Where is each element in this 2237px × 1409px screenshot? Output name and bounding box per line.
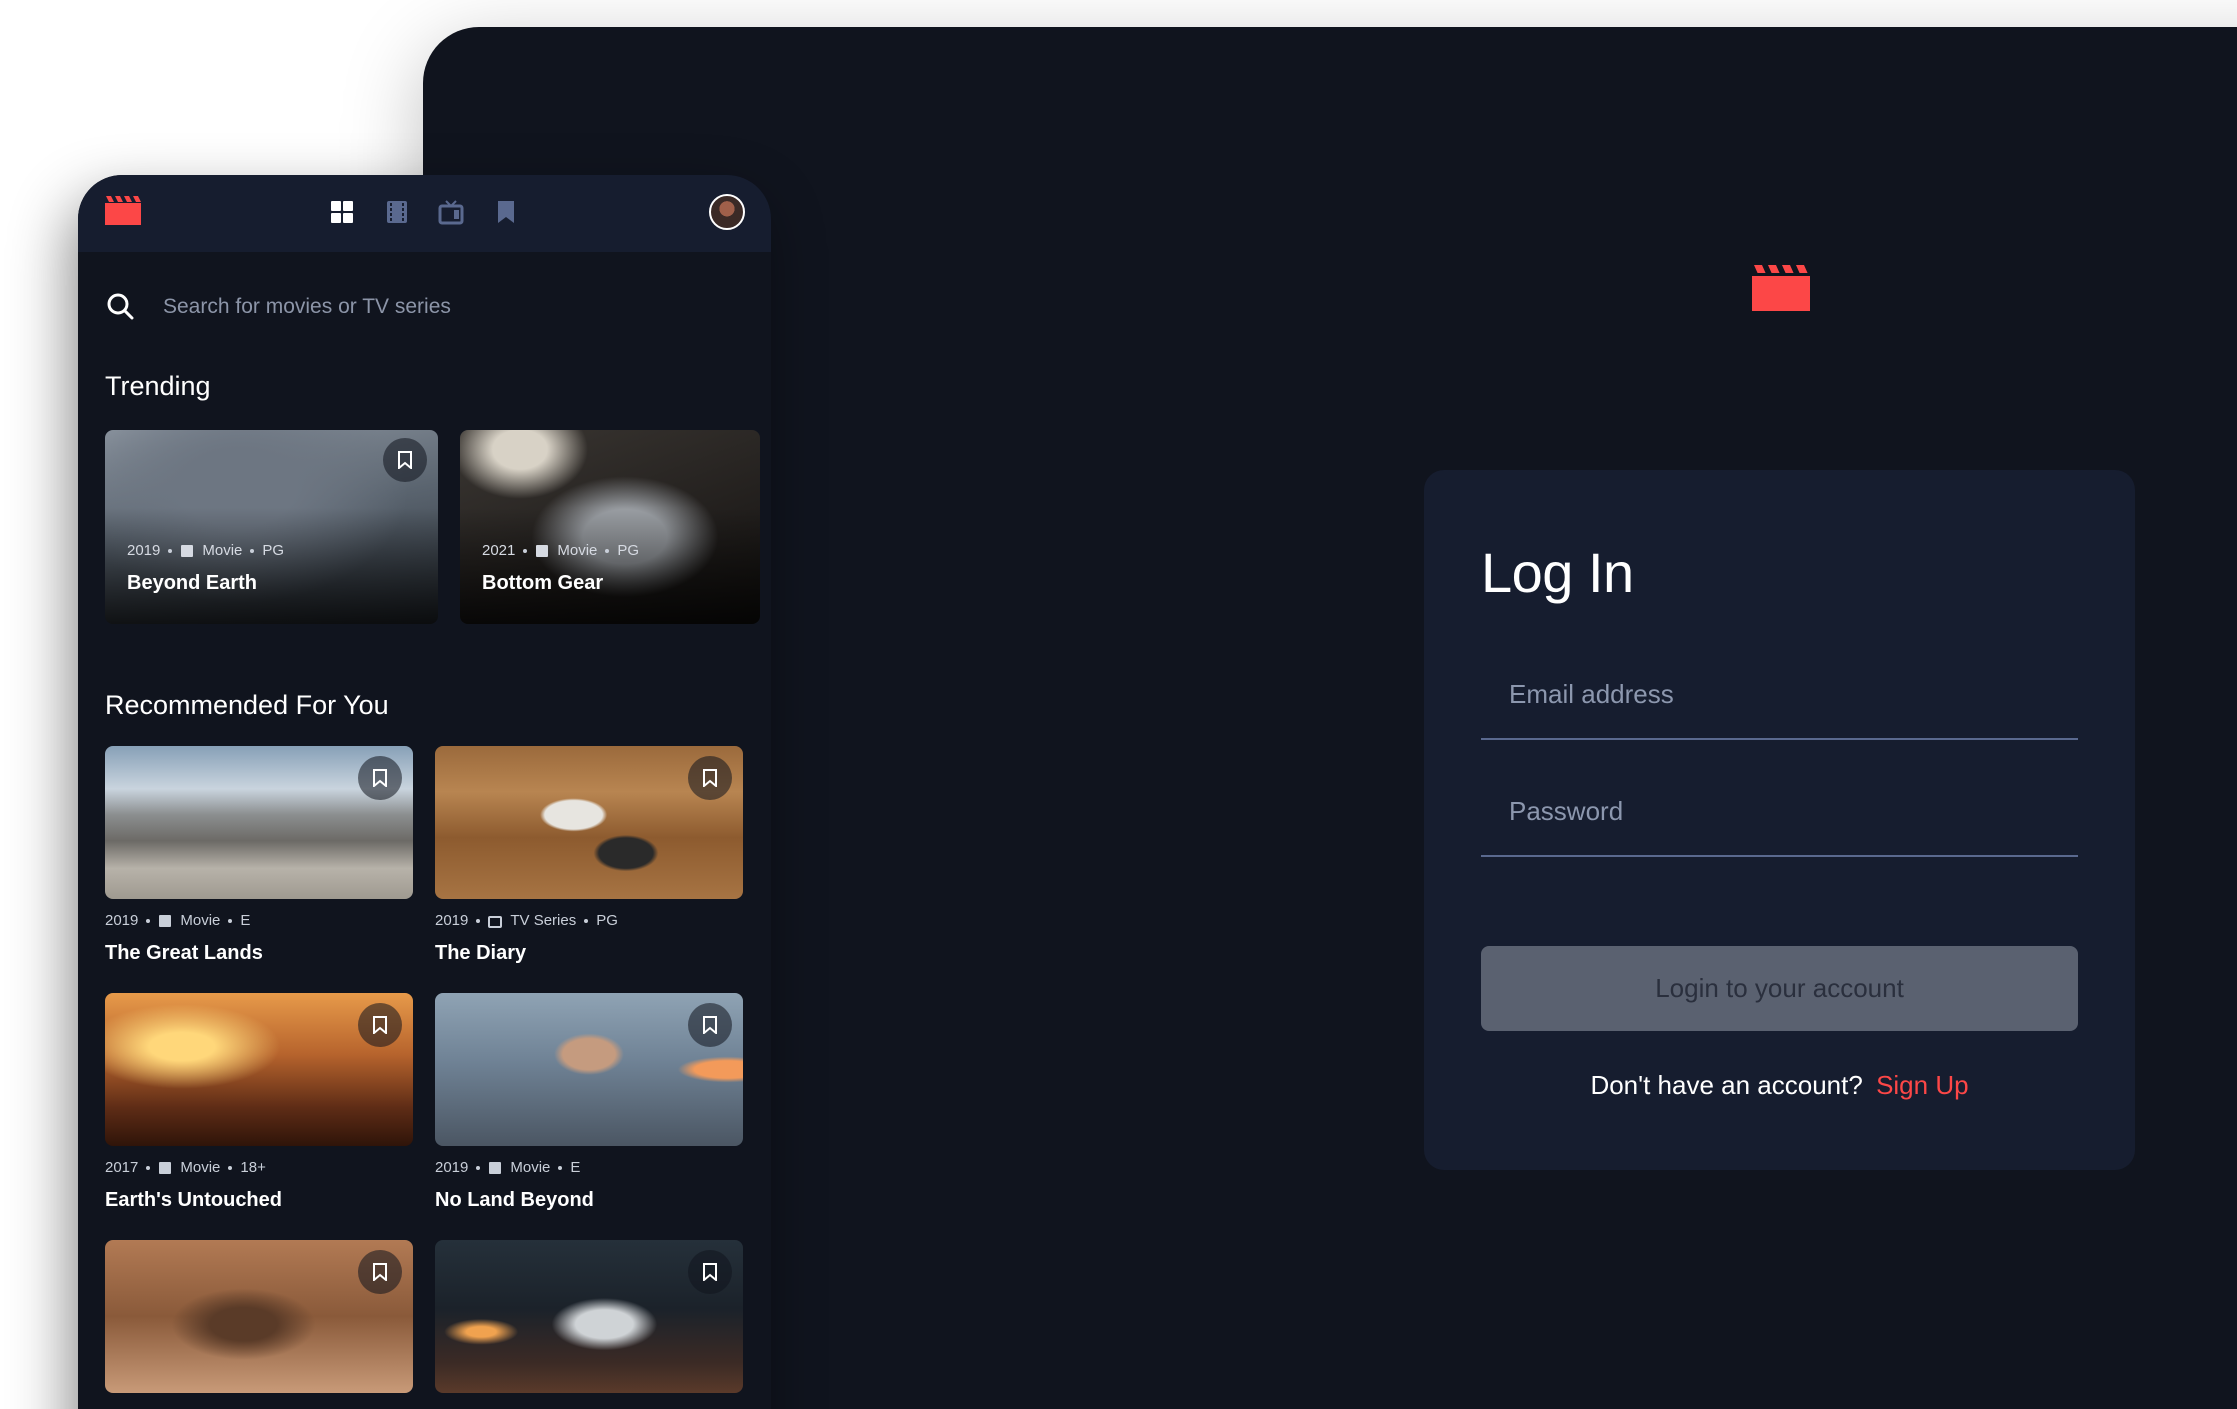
card-category: Movie [180, 1159, 221, 1176]
trending-title: Trending [105, 371, 211, 401]
card-title: Earth's Untouched [105, 1189, 282, 1211]
card-meta: 2019 Movie PG [127, 542, 284, 559]
separator-dot [605, 548, 610, 553]
card-rating: E [570, 1159, 581, 1176]
card-category: Movie [557, 542, 598, 559]
recommended-title: Recommended For You [105, 690, 389, 720]
tv-category-icon [488, 915, 503, 928]
card-meta: 2019 Movie E [435, 1159, 580, 1176]
search-bar [105, 287, 745, 327]
trending-card[interactable]: 2019 Movie PG Beyond Earth [105, 430, 438, 624]
login-title: Log In [1481, 541, 1634, 604]
tv-series-icon[interactable] [438, 199, 464, 225]
card-title: The Diary [435, 942, 527, 964]
card-year: 2017 [105, 1159, 139, 1176]
card-title: Bottom Gear [482, 572, 604, 594]
bookmark-button[interactable] [688, 1003, 732, 1047]
separator-dot [558, 1165, 563, 1170]
card-title: No Land Beyond [435, 1189, 594, 1211]
signup-prompt: Don't have an account? Sign Up [1424, 1070, 2135, 1101]
separator-dot [584, 918, 589, 923]
bookmark-icon[interactable] [493, 199, 519, 225]
card-rating: PG [262, 542, 285, 559]
bookmark-icon [703, 769, 717, 787]
card-meta: 2017 Movie 18+ [105, 1159, 266, 1176]
separator-dot [146, 918, 151, 923]
card-rating: PG [596, 912, 618, 929]
card-meta: 2019 TV Series PG [435, 912, 618, 929]
bookmark-icon [373, 769, 387, 787]
bookmark-button[interactable] [358, 1250, 402, 1294]
card-year: 2019 [435, 1159, 469, 1176]
card-year: 2019 [105, 912, 139, 929]
bookmark-button[interactable] [688, 756, 732, 800]
app-logo-icon[interactable] [105, 195, 141, 225]
card-rating: E [240, 912, 251, 929]
signup-prompt-text: Don't have an account? [1590, 1070, 1863, 1100]
bookmark-icon [373, 1016, 387, 1034]
signup-link[interactable]: Sign Up [1876, 1070, 1969, 1100]
separator-dot [168, 548, 173, 553]
bookmark-button[interactable] [358, 756, 402, 800]
bookmark-icon [398, 451, 412, 469]
bookmark-icon [703, 1016, 717, 1034]
password-field[interactable] [1481, 767, 2078, 857]
separator-dot [146, 1165, 151, 1170]
bookmark-button[interactable] [358, 1003, 402, 1047]
card-year: 2019 [127, 542, 161, 559]
card-category: TV Series [510, 912, 577, 929]
top-nav-bar [78, 175, 771, 252]
password-input[interactable] [1481, 767, 2078, 855]
card-category: Movie [180, 912, 221, 929]
card-title: Beyond Earth [127, 572, 258, 594]
card-rating: 18+ [240, 1159, 266, 1176]
card-meta: 2019 Movie E [105, 912, 250, 929]
card-meta: 2021 Movie PG [482, 542, 639, 559]
bookmark-icon [703, 1263, 717, 1281]
separator-dot [523, 548, 528, 553]
search-icon [107, 293, 134, 320]
bookmark-button[interactable] [383, 438, 427, 482]
trending-card[interactable]: 2021 Movie PG Bottom Gear [460, 430, 760, 624]
email-field[interactable] [1481, 650, 2078, 740]
login-card: Log In Login to your account Don't have … [1424, 470, 2135, 1170]
movie-category-icon [536, 544, 549, 557]
home-grid-icon[interactable] [329, 199, 355, 225]
movie-category-icon [181, 544, 194, 557]
card-rating: PG [617, 542, 640, 559]
separator-dot [476, 918, 481, 923]
separator-dot [476, 1165, 481, 1170]
separator-dot [228, 918, 233, 923]
card-year: 2019 [435, 912, 469, 929]
card-year: 2021 [482, 542, 516, 559]
movies-film-icon[interactable] [384, 199, 410, 225]
bookmark-button[interactable] [688, 1250, 732, 1294]
separator-dot [250, 548, 255, 553]
search-input[interactable] [163, 287, 723, 327]
bookmark-icon [373, 1263, 387, 1281]
movie-category-icon [159, 914, 172, 927]
login-button[interactable]: Login to your account [1481, 946, 2078, 1031]
avatar[interactable] [709, 194, 745, 230]
stage: Log In Login to your account Don't have … [0, 0, 2237, 1409]
card-title: The Great Lands [105, 942, 263, 964]
separator-dot [228, 1165, 233, 1170]
card-category: Movie [510, 1159, 551, 1176]
card-category: Movie [202, 542, 243, 559]
app-logo-icon [1752, 265, 1810, 311]
email-input[interactable] [1481, 650, 2078, 738]
movie-category-icon [489, 1161, 502, 1174]
movie-category-icon [159, 1161, 172, 1174]
mobile-window: Trending 2019 Movie PG Beyond Earth 2021 [78, 175, 771, 1409]
